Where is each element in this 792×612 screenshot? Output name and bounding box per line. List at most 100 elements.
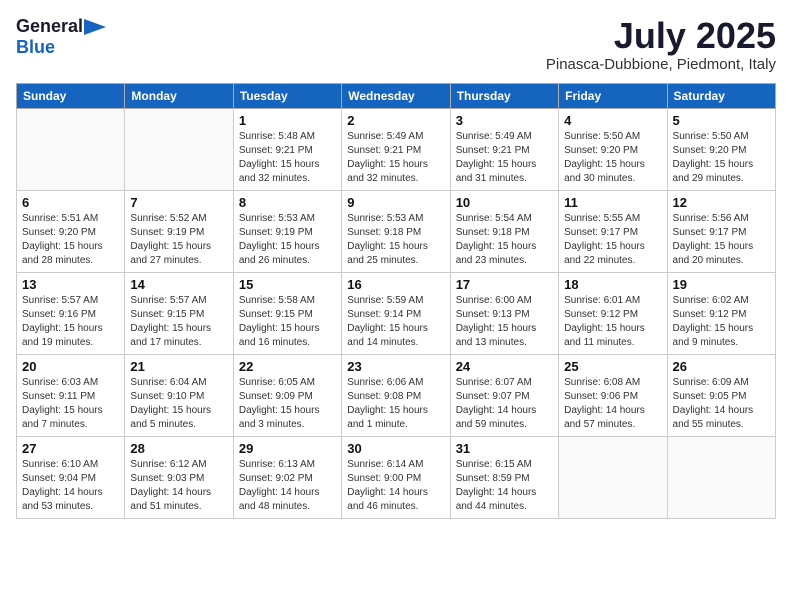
day-info: Sunrise: 5:50 AM Sunset: 9:20 PM Dayligh…: [564, 130, 661, 186]
day-number: 11: [564, 195, 661, 210]
day-info: Sunrise: 5:52 AM Sunset: 9:19 PM Dayligh…: [130, 212, 227, 268]
day-number: 20: [22, 359, 119, 374]
day-number: 4: [564, 113, 661, 128]
calendar-cell: 11 Sunrise: 5:55 AM Sunset: 9:17 PM Dayli…: [559, 190, 667, 272]
calendar-week-1: 1Sunrise: 5:48 AM Sunset: 9:21 PM Daylig…: [17, 108, 776, 190]
day-number: 3: [456, 113, 553, 128]
calendar-header-row: SundayMondayTuesdayWednesdayThursdayFrid…: [17, 83, 776, 108]
calendar-cell: 3 Sunrise: 5:49 AM Sunset: 9:21 PM Daylig…: [450, 108, 558, 190]
calendar-cell: 23Sunrise: 6:06 AM Sunset: 9:08 PM Dayli…: [342, 354, 450, 436]
day-info: Sunrise: 6:15 AM Sunset: 8:59 PM Dayligh…: [456, 458, 553, 514]
day-number: 26: [673, 359, 770, 374]
day-number: 8: [239, 195, 336, 210]
day-info: Sunrise: 5:53 AM Sunset: 9:18 PM Dayligh…: [347, 212, 444, 268]
day-number: 27: [22, 441, 119, 456]
day-info: Sunrise: 5:56 AM Sunset: 9:17 PM Dayligh…: [673, 212, 770, 268]
day-number: 10: [456, 195, 553, 210]
day-number: 14: [130, 277, 227, 292]
calendar-cell: 12 Sunrise: 5:56 AM Sunset: 9:17 PM Dayli…: [667, 190, 775, 272]
calendar-cell: [559, 436, 667, 518]
calendar-cell: 2Sunrise: 5:49 AM Sunset: 9:21 PM Daylig…: [342, 108, 450, 190]
weekday-header-wednesday: Wednesday: [342, 83, 450, 108]
day-number: 28: [130, 441, 227, 456]
calendar-cell: 18 Sunrise: 6:01 AM Sunset: 9:12 PM Dayli…: [559, 272, 667, 354]
day-info: Sunrise: 6:10 AM Sunset: 9:04 PM Dayligh…: [22, 458, 119, 514]
day-info: Sunrise: 6:01 AM Sunset: 9:12 PM Dayligh…: [564, 294, 661, 350]
weekday-header-thursday: Thursday: [450, 83, 558, 108]
calendar-week-3: 13 Sunrise: 5:57 AM Sunset: 9:16 PM Dayli…: [17, 272, 776, 354]
calendar-cell: 13 Sunrise: 5:57 AM Sunset: 9:16 PM Dayli…: [17, 272, 125, 354]
calendar-location: Pinasca-Dubbione, Piedmont, Italy: [546, 56, 776, 73]
day-info: Sunrise: 5:57 AM Sunset: 9:16 PM Dayligh…: [22, 294, 119, 350]
day-info: Sunrise: 5:51 AM Sunset: 9:20 PM Dayligh…: [22, 212, 119, 268]
day-info: Sunrise: 6:02 AM Sunset: 9:12 PM Dayligh…: [673, 294, 770, 350]
day-number: 16: [347, 277, 444, 292]
calendar-week-5: 27 Sunrise: 6:10 AM Sunset: 9:04 PM Dayli…: [17, 436, 776, 518]
day-info: Sunrise: 5:53 AM Sunset: 9:19 PM Dayligh…: [239, 212, 336, 268]
day-number: 21: [130, 359, 227, 374]
calendar-cell: 14 Sunrise: 5:57 AM Sunset: 9:15 PM Dayli…: [125, 272, 233, 354]
logo-blue-text: Blue: [16, 37, 55, 57]
day-number: 9: [347, 195, 444, 210]
day-number: 30: [347, 441, 444, 456]
weekday-header-saturday: Saturday: [667, 83, 775, 108]
calendar-cell: 29Sunrise: 6:13 AM Sunset: 9:02 PM Dayli…: [233, 436, 341, 518]
calendar-cell: 20 Sunrise: 6:03 AM Sunset: 9:11 PM Dayli…: [17, 354, 125, 436]
day-number: 31: [456, 441, 553, 456]
day-info: Sunrise: 6:14 AM Sunset: 9:00 PM Dayligh…: [347, 458, 444, 514]
logo-general-text: General: [16, 16, 83, 37]
calendar-cell: 9 Sunrise: 5:53 AM Sunset: 9:18 PM Daylig…: [342, 190, 450, 272]
day-number: 2: [347, 113, 444, 128]
calendar-cell: [125, 108, 233, 190]
calendar-cell: 26Sunrise: 6:09 AM Sunset: 9:05 PM Dayli…: [667, 354, 775, 436]
weekday-header-sunday: Sunday: [17, 83, 125, 108]
day-info: Sunrise: 6:08 AM Sunset: 9:06 PM Dayligh…: [564, 376, 661, 432]
day-number: 5: [673, 113, 770, 128]
calendar-cell: 21 Sunrise: 6:04 AM Sunset: 9:10 PM Dayli…: [125, 354, 233, 436]
calendar-cell: 6 Sunrise: 5:51 AM Sunset: 9:20 PM Daylig…: [17, 190, 125, 272]
calendar-cell: 19 Sunrise: 6:02 AM Sunset: 9:12 PM Dayli…: [667, 272, 775, 354]
day-info: Sunrise: 5:55 AM Sunset: 9:17 PM Dayligh…: [564, 212, 661, 268]
day-number: 13: [22, 277, 119, 292]
day-info: Sunrise: 6:06 AM Sunset: 9:08 PM Dayligh…: [347, 376, 444, 432]
day-info: Sunrise: 5:58 AM Sunset: 9:15 PM Dayligh…: [239, 294, 336, 350]
logo-icon: [84, 19, 106, 35]
title-area: July 2025 Pinasca-Dubbione, Piedmont, It…: [546, 16, 776, 73]
weekday-header-friday: Friday: [559, 83, 667, 108]
calendar-week-4: 20 Sunrise: 6:03 AM Sunset: 9:11 PM Dayli…: [17, 354, 776, 436]
day-number: 12: [673, 195, 770, 210]
weekday-header-tuesday: Tuesday: [233, 83, 341, 108]
calendar-week-2: 6 Sunrise: 5:51 AM Sunset: 9:20 PM Daylig…: [17, 190, 776, 272]
day-number: 24: [456, 359, 553, 374]
weekday-header-monday: Monday: [125, 83, 233, 108]
calendar-cell: 28Sunrise: 6:12 AM Sunset: 9:03 PM Dayli…: [125, 436, 233, 518]
day-info: Sunrise: 5:48 AM Sunset: 9:21 PM Dayligh…: [239, 130, 336, 186]
day-info: Sunrise: 5:50 AM Sunset: 9:20 PM Dayligh…: [673, 130, 770, 186]
day-info: Sunrise: 5:49 AM Sunset: 9:21 PM Dayligh…: [456, 130, 553, 186]
calendar-cell: 25Sunrise: 6:08 AM Sunset: 9:06 PM Dayli…: [559, 354, 667, 436]
day-number: 7: [130, 195, 227, 210]
logo: General Blue: [16, 16, 106, 58]
day-number: 19: [673, 277, 770, 292]
calendar-cell: 15Sunrise: 5:58 AM Sunset: 9:15 PM Dayli…: [233, 272, 341, 354]
calendar-cell: 1Sunrise: 5:48 AM Sunset: 9:21 PM Daylig…: [233, 108, 341, 190]
day-number: 6: [22, 195, 119, 210]
day-info: Sunrise: 6:04 AM Sunset: 9:10 PM Dayligh…: [130, 376, 227, 432]
calendar-cell: 16 Sunrise: 5:59 AM Sunset: 9:14 PM Dayli…: [342, 272, 450, 354]
day-info: Sunrise: 6:03 AM Sunset: 9:11 PM Dayligh…: [22, 376, 119, 432]
day-info: Sunrise: 5:59 AM Sunset: 9:14 PM Dayligh…: [347, 294, 444, 350]
calendar-cell: 5 Sunrise: 5:50 AM Sunset: 9:20 PM Daylig…: [667, 108, 775, 190]
calendar-cell: [17, 108, 125, 190]
calendar-cell: 30 Sunrise: 6:14 AM Sunset: 9:00 PM Dayli…: [342, 436, 450, 518]
day-info: Sunrise: 5:54 AM Sunset: 9:18 PM Dayligh…: [456, 212, 553, 268]
calendar-cell: 7 Sunrise: 5:52 AM Sunset: 9:19 PM Daylig…: [125, 190, 233, 272]
day-number: 17: [456, 277, 553, 292]
calendar-cell: [667, 436, 775, 518]
day-info: Sunrise: 6:07 AM Sunset: 9:07 PM Dayligh…: [456, 376, 553, 432]
day-info: Sunrise: 6:05 AM Sunset: 9:09 PM Dayligh…: [239, 376, 336, 432]
day-number: 18: [564, 277, 661, 292]
calendar-cell: 10 Sunrise: 5:54 AM Sunset: 9:18 PM Dayli…: [450, 190, 558, 272]
calendar-title: July 2025: [546, 16, 776, 56]
day-info: Sunrise: 5:57 AM Sunset: 9:15 PM Dayligh…: [130, 294, 227, 350]
calendar-cell: 31 Sunrise: 6:15 AM Sunset: 8:59 PM Dayli…: [450, 436, 558, 518]
